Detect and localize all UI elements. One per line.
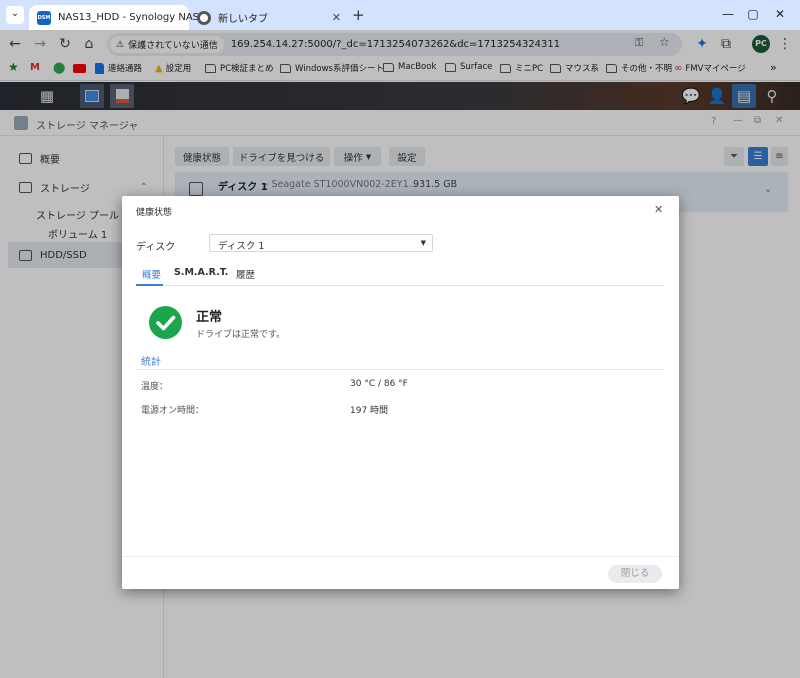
tab-active-underline xyxy=(136,284,163,286)
disk-field-label: ディスク xyxy=(136,242,176,253)
tab-close-icon[interactable]: ✕ xyxy=(332,11,341,24)
status-description: ドライブは正常です。 xyxy=(196,330,286,340)
stat-label-power-on: 電源オン時間： xyxy=(141,406,205,416)
disk-select-value: ディスク 1 xyxy=(218,241,265,252)
status-title: 正常 xyxy=(196,310,223,325)
dialog-title: 健康状態 xyxy=(136,208,173,218)
close-button[interactable]: 閉じる xyxy=(608,565,662,583)
stat-label-temperature: 温度： xyxy=(141,382,169,392)
tab-overview[interactable]: 概要 xyxy=(142,267,161,281)
dsm-favicon: DSM xyxy=(37,10,51,25)
new-tab-button[interactable]: + xyxy=(352,6,365,24)
chevron-down-icon: ⌄ xyxy=(10,8,20,19)
close-window-button[interactable]: ✕ xyxy=(768,5,792,23)
stat-value-temperature: 30 °C / 86 °F xyxy=(350,379,408,389)
tab-smart[interactable]: S.M.A.R.T. xyxy=(174,267,228,278)
stats-heading: 統計 xyxy=(141,357,161,368)
tab-title: 新しいタブ xyxy=(218,14,268,25)
browser-tab-strip: ⌄ DSM NAS13_HDD - Synology NAS ✕ 新しいタブ ✕… xyxy=(0,0,800,30)
browser-tab-new[interactable]: 新しいタブ ✕ xyxy=(189,5,349,30)
tab-list-button[interactable]: ⌄ xyxy=(6,6,24,24)
health-status-dialog: 健康状態 ✕ ディスク ディスク 1 ▼ 概要 S.M.A.R.T. 履歴 正常… xyxy=(122,196,679,589)
chrome-icon xyxy=(197,10,211,25)
minimize-button[interactable]: — xyxy=(716,5,740,23)
dialog-close-icon[interactable]: ✕ xyxy=(654,203,663,216)
dialog-footer-divider xyxy=(122,556,679,557)
caret-down-icon: ▼ xyxy=(420,239,426,247)
maximize-button[interactable]: ▢ xyxy=(741,5,765,23)
stat-value-power-on: 197 時間 xyxy=(350,406,389,416)
status-ok-icon xyxy=(149,306,182,339)
stats-divider xyxy=(136,369,665,370)
tab-title: NAS13_HDD - Synology NAS xyxy=(58,12,200,23)
tab-bar: 概要 S.M.A.R.T. 履歴 xyxy=(136,262,665,286)
disk-select[interactable]: ディスク 1 ▼ xyxy=(209,234,433,252)
tab-history[interactable]: 履歴 xyxy=(236,267,255,281)
browser-tab-nas[interactable]: DSM NAS13_HDD - Synology NAS ✕ xyxy=(29,5,208,30)
